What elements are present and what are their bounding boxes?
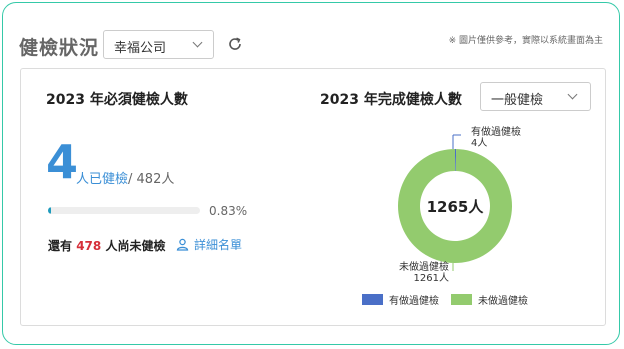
completed-title: 2023 年完成健檢人數 <box>320 92 462 108</box>
legend-swatch <box>362 294 383 305</box>
chevron-down-icon <box>192 37 203 48</box>
page-title: 健檢狀況 <box>19 37 100 59</box>
completion-donut-chart: 1265人 有做過健檢4人未做過健檢1261人 <box>398 125 521 284</box>
legend-swatch <box>451 294 472 305</box>
callout-label: 4人 <box>471 137 487 149</box>
detail-list-label: 詳細名單 <box>194 238 243 252</box>
checkup-progress-bar <box>48 207 200 214</box>
checked-count: 4 <box>46 135 79 189</box>
chevron-down-icon <box>567 89 578 100</box>
chart-legend: 有做過健檢 未做過健檢 <box>362 292 540 307</box>
required-title: 2023 年必須健檢人數 <box>46 92 188 108</box>
disclaimer-note: ※ 圖片僅供參考，實際以系統畫面為主 <box>448 36 603 46</box>
legend-label: 未做過健檢 <box>478 296 528 307</box>
legend-item[interactable]: 有做過健檢 <box>362 292 439 307</box>
legend-label: 有做過健檢 <box>389 296 439 307</box>
checked-summary: 人已健檢/ 482人 <box>76 168 174 187</box>
remaining-suffix: 人尚未健檢 <box>105 239 166 253</box>
remaining-prefix: 還有 <box>48 239 73 253</box>
checkup-type-select[interactable]: 一般健檢 <box>480 82 591 111</box>
required-total: / 482人 <box>128 172 175 187</box>
remaining-text: 還有 478 人尚未健檢 <box>48 237 165 254</box>
callout-label: 未做過健檢 <box>399 260 449 273</box>
user-icon <box>176 238 189 251</box>
remaining-count: 478 <box>76 239 102 253</box>
checkup-type-value: 一般健檢 <box>491 93 544 108</box>
callout-label: 有做過健檢 <box>471 125 521 138</box>
callout-label: 1261人 <box>414 272 449 284</box>
refresh-icon[interactable] <box>226 35 244 53</box>
company-select[interactable]: 幸福公司 <box>103 30 214 59</box>
checkup-percent: 0.83% <box>209 204 248 218</box>
company-select-value: 幸福公司 <box>114 41 167 56</box>
checkup-progress-fill <box>48 207 52 214</box>
legend-item[interactable]: 未做過健檢 <box>451 292 528 307</box>
detail-list-link[interactable]: 詳細名單 <box>176 236 242 253</box>
donut-center-label: 1265人 <box>427 198 485 216</box>
checked-label: 人已健檢 <box>76 172 129 187</box>
